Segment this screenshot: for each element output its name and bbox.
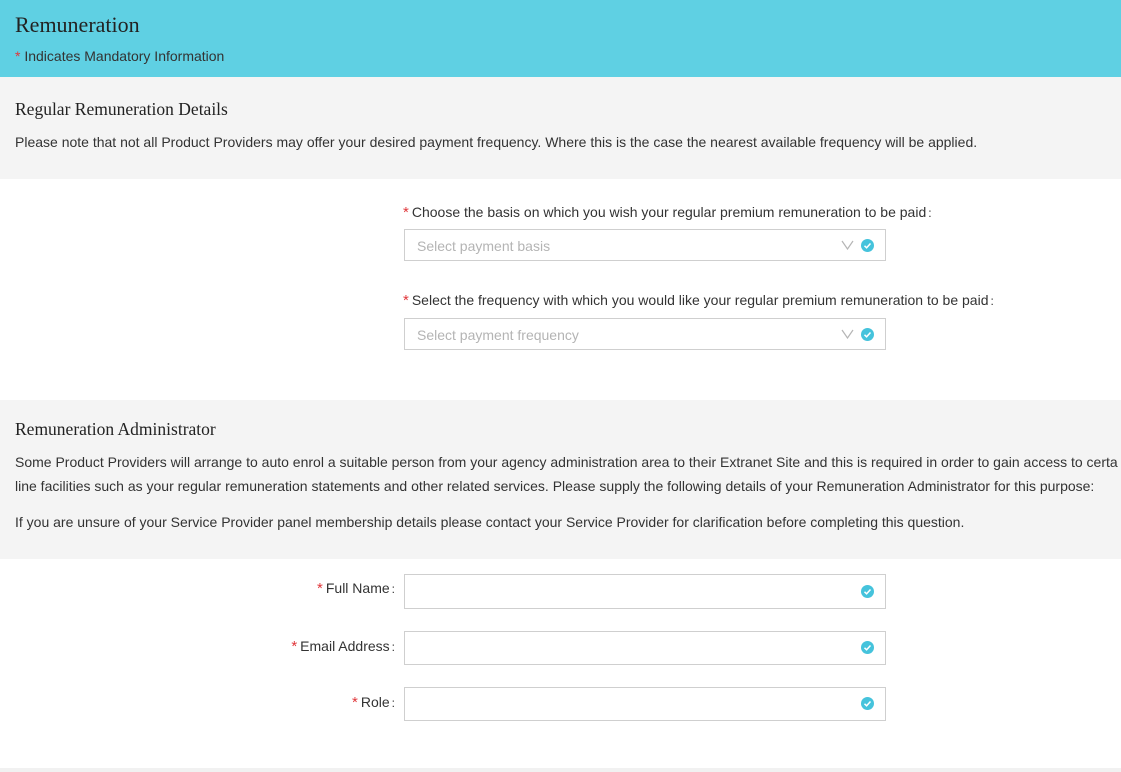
payment-frequency-placeholder: Select payment frequency [417, 327, 579, 343]
full-name-field[interactable] [404, 574, 886, 609]
required-star: * [317, 580, 323, 597]
check-circle-icon [861, 697, 874, 710]
page-header: Remuneration * Indicates Mandatory Infor… [0, 0, 1121, 77]
payment-basis-select[interactable]: Select payment basis [404, 229, 886, 261]
email-address-label: * Email Address: [291, 638, 395, 655]
regular-remuneration-title: Regular Remuneration Details [15, 99, 228, 119]
role-label: * Role: [352, 694, 395, 711]
bottom-divider [0, 768, 1121, 772]
check-circle-icon [861, 328, 874, 341]
mandatory-note: * Indicates Mandatory Information [15, 48, 224, 64]
payment-frequency-select[interactable]: Select payment frequency [404, 318, 886, 350]
regular-remuneration-section: Regular Remuneration Details Please note… [0, 77, 1121, 179]
payment-basis-label: * Choose the basis on which you wish your… [403, 204, 932, 221]
page-title: Remuneration [15, 12, 140, 37]
role-label-text: Role [360, 694, 390, 710]
payment-frequency-label: * Select the frequency with which you wou… [403, 292, 994, 309]
payment-frequency-label-text: Select the frequency with which you woul… [411, 292, 989, 308]
chevron-down-icon [841, 240, 854, 250]
full-name-label-text: Full Name [325, 580, 390, 596]
frequency-note: Please note that not all Product Provide… [15, 134, 978, 150]
mandatory-note-text: Indicates Mandatory Information [24, 48, 225, 64]
remuneration-administrator-title: Remuneration Administrator [15, 419, 216, 439]
email-address-field[interactable] [404, 631, 886, 665]
administrator-para-line1: Some Product Providers will arrange to a… [15, 454, 1118, 470]
required-star: * [403, 292, 409, 309]
email-address-label-text: Email Address [300, 638, 390, 654]
required-star: * [15, 48, 21, 64]
required-star: * [352, 694, 358, 711]
full-name-label: * Full Name: [317, 580, 395, 597]
chevron-down-icon [841, 329, 854, 339]
required-star: * [403, 204, 409, 221]
administrator-para-line2: line facilities such as your regular rem… [15, 478, 1095, 494]
required-star: * [291, 638, 298, 655]
check-circle-icon [861, 239, 874, 252]
payment-basis-placeholder: Select payment basis [417, 238, 551, 254]
administrator-para2: If you are unsure of your Service Provid… [15, 514, 965, 530]
role-field[interactable] [404, 687, 886, 721]
check-circle-icon [861, 585, 874, 598]
remuneration-administrator-section: Remuneration Administrator Some Product … [0, 400, 1121, 559]
payment-basis-label-text: Choose the basis on which you wish your … [411, 204, 927, 220]
check-circle-icon [861, 641, 874, 654]
